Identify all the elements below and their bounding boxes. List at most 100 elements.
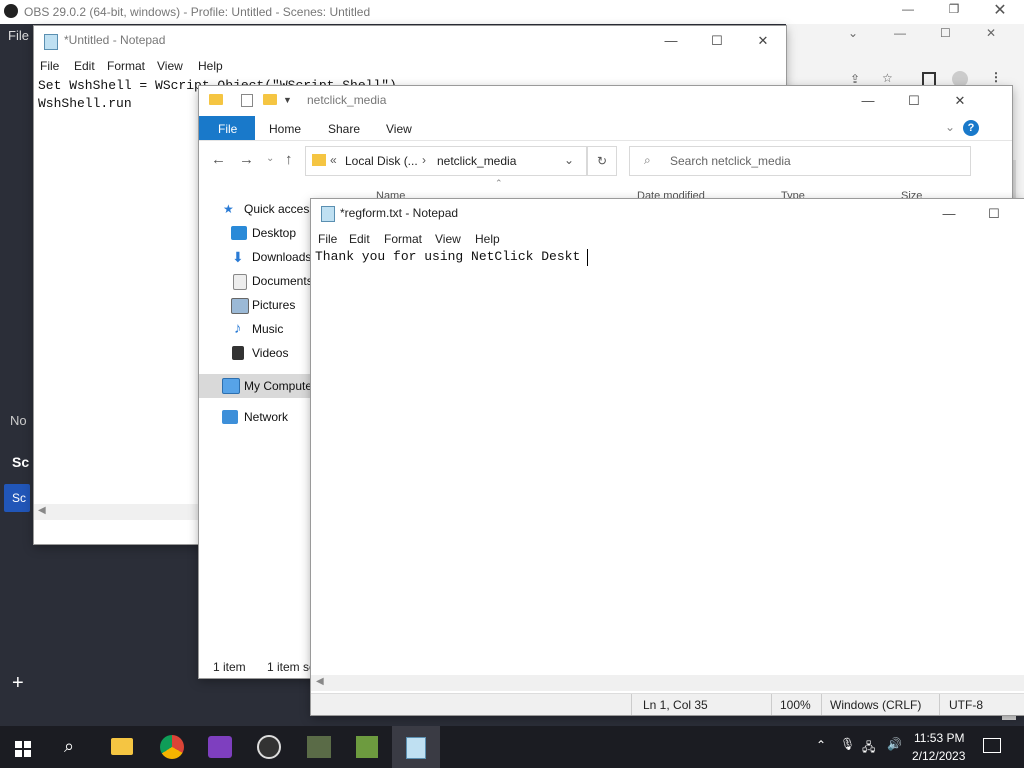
notepad-regform-maximize-button[interactable]: ☐ [971,199,1017,229]
file-explorer-taskbar-icon[interactable] [111,738,133,755]
notifications-icon[interactable] [983,738,1001,753]
star-icon[interactable]: ☆ [882,71,893,85]
notepad-regform-minimize-button[interactable]: — [926,199,972,229]
browser-dropdown-icon[interactable]: ⌄ [848,26,858,40]
chrome-taskbar-icon[interactable] [160,735,184,759]
ribbon-tab-home[interactable]: Home [269,122,301,136]
notepad-untitled-close-button[interactable]: ✕ [740,26,786,56]
nav-desktop-label: Desktop [252,226,297,240]
microphone-icon[interactable]: 🎙 [840,737,855,751]
nav-videos[interactable]: Videos [199,342,311,364]
explorer-maximize-button[interactable]: ☐ [891,86,937,116]
menu-help[interactable]: Help [198,59,223,73]
browser-maximize-button[interactable]: ☐ [940,26,951,40]
menu-view[interactable]: View [435,232,461,246]
ribbon-tab-share[interactable]: Share [328,122,360,136]
nav-my-computer[interactable]: My Compute [199,374,312,398]
show-hidden-icons-icon[interactable]: ⌃ [816,738,826,752]
notepad-regform-editor[interactable]: Thank you for using NetClick Deskt [311,249,1024,675]
notepad-untitled-title: *Untitled - Notepad [64,33,166,47]
up-arrow-icon[interactable]: ↑ [285,151,293,168]
minecraft-launcher-taskbar-icon[interactable] [307,736,331,758]
help-icon[interactable]: ? [963,120,979,136]
more-menu-icon[interactable]: ⋮ [990,70,1002,84]
notepad-icon [321,206,335,222]
nav-network-label: Network [244,410,289,424]
ribbon-expand-icon[interactable]: ⌄ [945,120,955,134]
editor-content: Thank you for using NetClick Deskt [315,249,581,264]
search-taskbar-icon[interactable]: ⌕ [64,736,74,757]
menu-format[interactable]: Format [107,59,145,73]
nav-pictures[interactable]: Pictures [199,294,311,316]
obs-close-button[interactable]: ✕ [990,0,1010,20]
nav-music[interactable]: ♪ Music [199,318,311,340]
volume-icon[interactable]: 🔊 [887,737,902,751]
nav-quick-access[interactable]: ★ Quick access [199,198,315,220]
column-sort-icon: ⌃ [495,178,503,188]
forward-arrow-icon[interactable]: → [239,151,254,168]
notepad-untitled-minimize-button[interactable]: — [648,26,694,56]
menu-edit[interactable]: Edit [349,232,370,246]
browser-close-button[interactable]: ✕ [986,26,996,40]
nav-network[interactable]: Network [199,406,311,428]
search-box[interactable]: ⌕ Search netclick_media [629,146,971,176]
obs-left-label-scenes: Sc [12,454,30,470]
obs-menu-file[interactable]: File [8,28,29,43]
status-divider-1 [631,694,632,715]
breadcrumb-netclick-media[interactable]: netclick_media [437,154,516,168]
clock-date[interactable]: 2/12/2023 [912,749,965,763]
scroll-left-icon[interactable]: ◀ [38,505,46,516]
nav-desktop[interactable]: Desktop [199,222,311,244]
text-caret [587,249,588,266]
back-arrow-icon[interactable]: ← [211,151,226,168]
explorer-close-button[interactable]: ✕ [937,86,983,116]
obs-maximize-button[interactable]: ❐ [944,2,964,16]
menu-file[interactable]: File [40,59,59,73]
browser-minimize-button[interactable]: — [894,26,906,40]
explorer-ribbon: File Home Share View ⌄ ? [199,116,1012,141]
explorer-minimize-button[interactable]: — [845,86,891,116]
nav-documents-label: Documents [252,274,313,288]
minecraft-taskbar-icon[interactable] [356,736,378,758]
start-button[interactable] [6,732,38,764]
obs-scene-item[interactable]: Sc [4,484,30,512]
menu-format[interactable]: Format [384,232,422,246]
visual-studio-taskbar-icon[interactable] [208,736,232,758]
notepad-taskbar-button[interactable] [392,726,440,768]
address-bar[interactable]: « Local Disk (... › netclick_media ⌄ [305,146,587,176]
taskbar: ⌕ ⌃ 🎙 🖧 🔊 11:53 PM 2/12/2023 [0,726,1024,768]
address-dropdown-icon[interactable]: ⌄ [564,153,574,167]
notepad-regform-menubar: File Edit Format View Help [311,229,1024,249]
explorer-titlebar: ▼ netclick_media — ☐ ✕ [199,86,1012,116]
scroll-left-icon[interactable]: ◀ [316,676,324,687]
notepad-taskbar-icon [406,737,426,759]
clock-time[interactable]: 11:53 PM [914,731,964,745]
recent-dropdown-icon[interactable]: ⌄ [266,153,274,164]
obs-taskbar-icon[interactable] [257,735,281,759]
properties-icon[interactable] [241,94,253,107]
notepad-regform-hscroll[interactable]: ◀ [311,675,1024,691]
menu-edit[interactable]: Edit [74,59,95,73]
explorer-title: netclick_media [307,93,387,107]
nav-downloads[interactable]: ⬇ Downloads [199,246,311,268]
ribbon-tab-file[interactable]: File [199,116,255,140]
breadcrumb-local-disk[interactable]: Local Disk (... [345,154,418,168]
quick-access-dropdown-icon[interactable]: ▼ [283,95,292,105]
notepad-untitled-maximize-button[interactable]: ☐ [694,26,740,56]
refresh-button[interactable]: ↻ [587,146,617,176]
nav-pictures-label: Pictures [252,298,296,312]
notepad-regform-titlebar: *regform.txt - Notepad — ☐ [311,199,1024,229]
menu-view[interactable]: View [157,59,183,73]
new-folder-icon[interactable] [263,94,277,105]
network-status-icon[interactable]: 🖧 [862,738,875,759]
status-divider-3 [821,694,822,715]
nav-documents[interactable]: Documents [199,270,313,292]
obs-minimize-button[interactable]: — [898,2,918,16]
menu-help[interactable]: Help [475,232,500,246]
breadcrumb-chevron-icon: › [422,153,426,167]
share-icon[interactable]: ⇪ [850,72,860,86]
obs-add-scene-button[interactable]: + [12,672,24,695]
menu-file[interactable]: File [318,232,337,246]
ribbon-tab-view[interactable]: View [386,122,412,136]
profile-icon[interactable] [952,71,968,87]
